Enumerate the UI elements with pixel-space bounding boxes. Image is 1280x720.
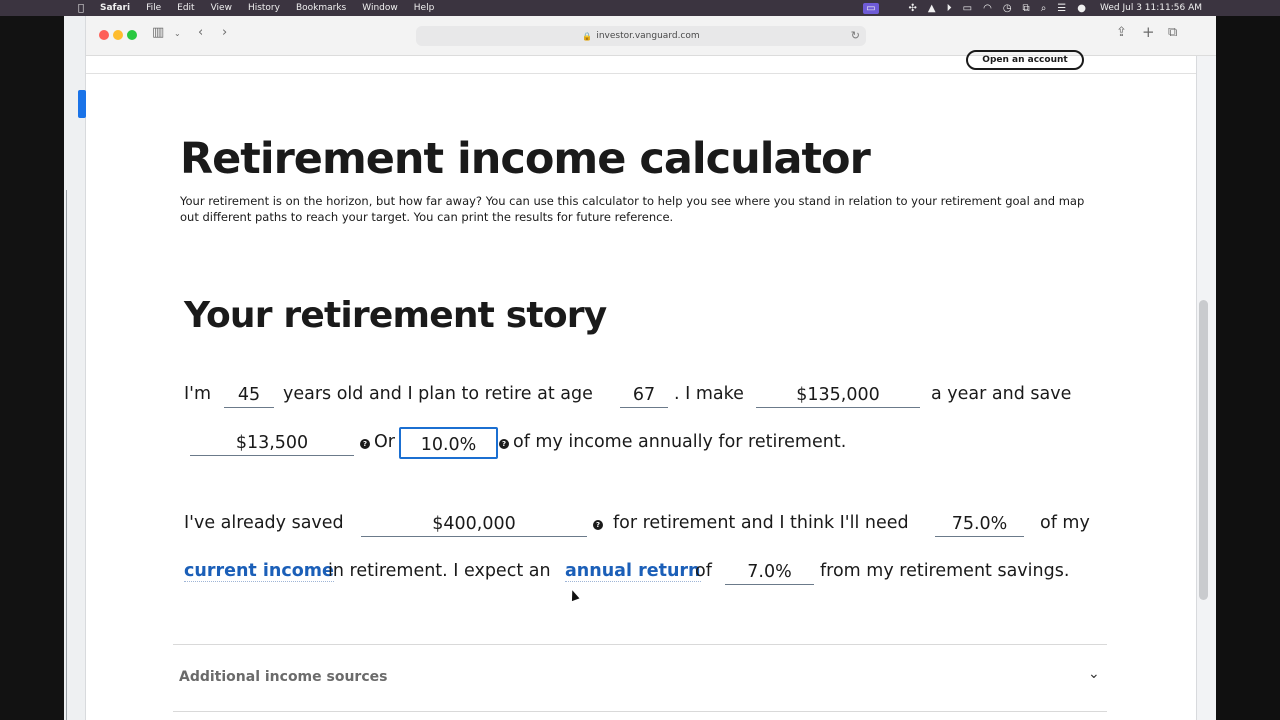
address-url: investor.vanguard.com (596, 31, 700, 41)
annual-return-input[interactable] (725, 555, 814, 585)
section-title: Your retirement story (184, 295, 607, 336)
story-text: . I make (674, 384, 744, 404)
divider (173, 644, 1107, 645)
story-text: years old and I plan to retire at age (283, 384, 593, 404)
clock-icon[interactable]: ◷ (1003, 3, 1012, 14)
story-text: from my retirement savings. (820, 561, 1070, 581)
help-icon[interactable]: ? (593, 520, 603, 530)
siri-icon[interactable]: ● (1077, 3, 1086, 14)
page-intro: Your retirement is on the horizon, but h… (180, 194, 1085, 224)
share-icon[interactable]: ⇪ (1116, 25, 1127, 40)
screen-record-icon[interactable]: ▭ (863, 2, 879, 14)
address-bar[interactable]: 🔒 investor.vanguard.com ↻ (416, 26, 866, 46)
alert-icon[interactable]: ▲ (928, 3, 936, 14)
tab-overview-icon[interactable]: ⧉ (1168, 25, 1177, 40)
menu-history[interactable]: History (248, 3, 280, 13)
income-need-percent-input[interactable] (935, 507, 1024, 537)
menu-app-name[interactable]: Safari (100, 3, 130, 13)
site-header: Open an account (86, 50, 1196, 74)
lock-icon: 🔒 (582, 31, 593, 41)
background-tab-indicator (78, 90, 86, 118)
open-account-button[interactable]: Open an account (966, 50, 1084, 70)
story-text: I've already saved (184, 513, 344, 533)
search-icon[interactable]: ⌕ (1041, 3, 1047, 14)
close-window-button[interactable] (99, 30, 109, 40)
savings-percent-input[interactable] (399, 427, 498, 459)
page-content: Retirement income calculator Your retire… (86, 74, 1196, 720)
story-text: of my income annually for retirement. (513, 432, 847, 452)
desktop-left (0, 16, 64, 720)
reload-icon[interactable]: ↻ (851, 29, 860, 42)
minimize-window-button[interactable] (113, 30, 123, 40)
macos-menubar:  Safari File Edit View History Bookmark… (0, 0, 1280, 16)
menu-view[interactable]: View (211, 3, 232, 13)
story-text: in retirement. I expect an (328, 561, 551, 581)
extension-icon[interactable]: ✣ (909, 3, 917, 14)
menu-bookmarks[interactable]: Bookmarks (296, 3, 346, 13)
battery-icon[interactable]: ▭ (963, 3, 972, 14)
forward-icon[interactable]: › (222, 25, 227, 40)
help-icon[interactable]: ? (499, 439, 509, 449)
apple-icon[interactable]:  (78, 3, 90, 14)
retirement-age-input[interactable] (620, 378, 668, 408)
help-icon[interactable]: ? (360, 439, 370, 449)
app-menu: Safari File Edit View History Bookmarks … (100, 3, 450, 13)
play-icon[interactable]: ⏵ (947, 3, 952, 14)
age-input[interactable] (224, 378, 274, 408)
annual-return-link[interactable]: annual return (565, 561, 701, 582)
additional-income-accordion[interactable]: Additional income sources (179, 669, 387, 685)
zoom-window-button[interactable] (127, 30, 137, 40)
chevron-down-icon[interactable]: ⌄ (1088, 666, 1100, 682)
background-ruler (66, 190, 72, 720)
divider (173, 711, 1107, 712)
chevron-down-icon[interactable]: ⌄ (174, 29, 181, 38)
income-input[interactable] (756, 378, 920, 408)
menubar-datetime[interactable]: Wed Jul 3 11:11:56 AM (1100, 3, 1202, 13)
savings-amount-input[interactable] (190, 426, 354, 456)
menu-window[interactable]: Window (362, 3, 398, 13)
story-text: for retirement and I think I'll need (613, 513, 909, 533)
status-tray: ▭ ✣ ▲ ⏵ ▭ ◠ ◷ ⧉ ⌕ ☰ ● Wed Jul 3 11:11:56… (852, 0, 1202, 16)
story-text: Or (374, 432, 395, 452)
new-tab-icon[interactable]: + (1142, 23, 1155, 41)
back-icon[interactable]: ‹ (198, 25, 203, 40)
wifi-icon[interactable]: ◠ (983, 3, 992, 14)
story-text: of my (1040, 513, 1090, 533)
sidebar-icon[interactable]: ▥ (152, 25, 164, 40)
current-income-link[interactable]: current income (184, 561, 334, 582)
window-icon[interactable]: ⧉ (1023, 3, 1030, 14)
menu-edit[interactable]: Edit (177, 3, 194, 13)
story-text: of (695, 561, 712, 581)
desktop-right (1216, 16, 1280, 720)
menu-help[interactable]: Help (414, 3, 435, 13)
story-text: I'm (184, 384, 212, 404)
menu-file[interactable]: File (146, 3, 161, 13)
page-scrollbar[interactable] (1199, 300, 1208, 600)
page-title: Retirement income calculator (180, 134, 871, 184)
story-text: a year and save (931, 384, 1072, 404)
control-center-icon[interactable]: ☰ (1057, 3, 1066, 14)
already-saved-input[interactable] (361, 507, 587, 537)
